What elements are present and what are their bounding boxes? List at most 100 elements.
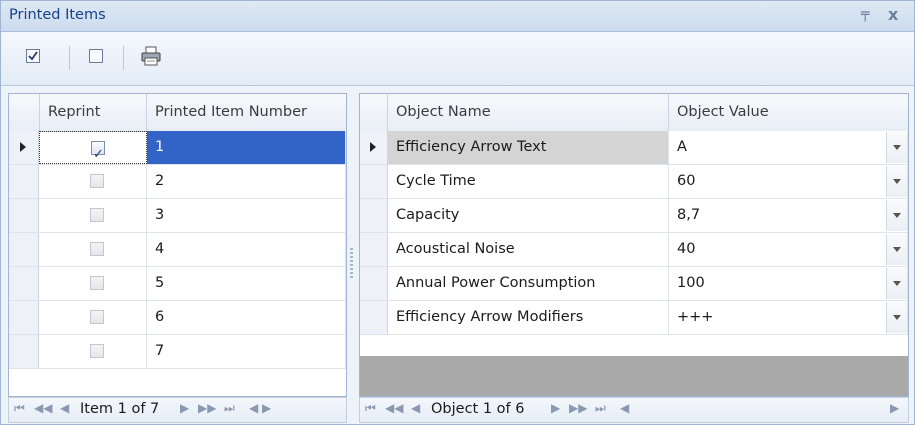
reprint-checkbox[interactable]: [90, 174, 104, 188]
printed-item-number-cell[interactable]: 4: [147, 233, 346, 266]
row-indicator: [9, 267, 39, 300]
reprint-cell[interactable]: [39, 335, 147, 368]
indicator-header: [360, 94, 388, 131]
next-record-icon[interactable]: ▶: [551, 401, 560, 415]
reprint-checkbox[interactable]: [90, 208, 104, 222]
object-value-text: 8,7: [677, 207, 701, 223]
table-row[interactable]: Annual Power Consumption 100: [360, 267, 908, 301]
panel-titlebar: Printed Items ╤ x: [1, 1, 914, 32]
table-row[interactable]: Efficiency Arrow Text A: [360, 131, 908, 165]
printed-item-number-cell[interactable]: 5: [147, 267, 346, 300]
previous-page-icon[interactable]: ◀◀: [34, 401, 52, 415]
table-row[interactable]: Acoustical Noise 40: [360, 233, 908, 267]
table-row[interactable]: 2: [9, 165, 346, 199]
object-navigator: ⏮ ◀◀ ◀ Object 1 of 6 ▶ ▶▶ ⏭ ◀ ▶: [359, 397, 909, 423]
row-indicator: [360, 267, 388, 300]
object-value-cell[interactable]: +++: [669, 301, 908, 334]
object-value-cell[interactable]: 40: [669, 233, 908, 266]
next-page-icon[interactable]: ▶▶: [569, 401, 587, 415]
column-header-printed-item-number[interactable]: Printed Item Number: [147, 94, 346, 131]
last-record-icon[interactable]: ⏭: [224, 401, 235, 416]
object-value-cell[interactable]: 100: [669, 267, 908, 300]
reprint-cell[interactable]: [39, 301, 147, 334]
pin-icon[interactable]: ╤: [861, 6, 869, 22]
panel-title: Printed Items: [9, 7, 106, 23]
row-indicator: [360, 199, 388, 232]
row-indicator: [9, 131, 39, 164]
reprint-cell[interactable]: [39, 199, 147, 232]
object-value-cell[interactable]: 60: [669, 165, 908, 198]
column-header-object-value[interactable]: Object Value: [669, 94, 908, 131]
row-indicator: [360, 301, 388, 334]
first-record-icon[interactable]: ⏮: [14, 401, 25, 416]
reprint-checkbox[interactable]: [90, 344, 104, 358]
next-record-icon[interactable]: ▶: [180, 401, 189, 415]
printed-item-number-cell[interactable]: 1: [147, 131, 346, 164]
row-indicator: [360, 233, 388, 266]
row-indicator: [360, 131, 388, 164]
object-value-cell[interactable]: A: [669, 131, 908, 164]
printed-item-number-cell[interactable]: 3: [147, 199, 346, 232]
reprint-checkbox[interactable]: [90, 276, 104, 290]
reprint-checkbox[interactable]: [91, 138, 105, 171]
object-name-cell[interactable]: Cycle Time: [388, 165, 669, 198]
reprint-cell[interactable]: [39, 267, 147, 300]
reprint-checkbox[interactable]: [90, 310, 104, 324]
value-dropdown-button[interactable]: [886, 234, 907, 265]
object-name-cell[interactable]: Annual Power Consumption: [388, 267, 669, 300]
reprint-cell[interactable]: [39, 233, 147, 266]
table-row[interactable]: Cycle Time 60: [360, 165, 908, 199]
object-name-cell[interactable]: Efficiency Arrow Text: [388, 131, 669, 164]
row-indicator: [9, 233, 39, 266]
object-name-cell[interactable]: Efficiency Arrow Modifiers: [388, 301, 669, 334]
table-row[interactable]: 3: [9, 199, 346, 233]
scroll-left-icon[interactable]: ◀: [620, 401, 629, 415]
table-row[interactable]: 6: [9, 301, 346, 335]
table-row[interactable]: Capacity 8,7: [360, 199, 908, 233]
check-all-icon[interactable]: [25, 48, 41, 64]
object-value-text: 100: [677, 275, 705, 291]
scroll-left-icon[interactable]: ◀ ▶: [249, 401, 271, 415]
row-indicator: [9, 165, 39, 198]
table-row[interactable]: 5: [9, 267, 346, 301]
column-header-reprint[interactable]: Reprint: [40, 94, 147, 131]
printed-item-number-cell[interactable]: 7: [147, 335, 346, 368]
object-name-cell[interactable]: Capacity: [388, 199, 669, 232]
value-dropdown-button[interactable]: [886, 132, 907, 163]
item-navigator: ⏮ ◀◀ ◀ Item 1 of 7 ▶ ▶▶ ⏭ ◀ ▶: [8, 397, 347, 423]
scroll-right-icon[interactable]: ▶: [890, 401, 899, 415]
value-dropdown-button[interactable]: [886, 302, 907, 333]
previous-record-icon[interactable]: ◀: [411, 401, 420, 415]
close-icon[interactable]: x: [888, 5, 898, 24]
last-record-icon[interactable]: ⏭: [595, 401, 606, 416]
object-value-text: +++: [677, 309, 714, 325]
printed-items-grid: Reprint Printed Item Number 1 2 3 4 5 6 …: [8, 93, 347, 397]
item-position-text: Item 1 of 7: [80, 401, 160, 417]
object-value-cell[interactable]: 8,7: [669, 199, 908, 232]
object-value-text: 40: [677, 241, 696, 257]
table-row[interactable]: 7: [9, 335, 346, 369]
previous-page-icon[interactable]: ◀◀: [385, 401, 403, 415]
table-row[interactable]: 1: [9, 131, 346, 171]
table-row[interactable]: Efficiency Arrow Modifiers +++: [360, 301, 908, 335]
printed-item-number-cell[interactable]: 6: [147, 301, 346, 334]
value-dropdown-button[interactable]: [886, 166, 907, 197]
splitter-handle[interactable]: [350, 248, 353, 278]
value-dropdown-button[interactable]: [886, 200, 907, 231]
object-position-text: Object 1 of 6: [431, 401, 525, 417]
row-indicator: [9, 199, 39, 232]
previous-record-icon[interactable]: ◀: [60, 401, 69, 415]
current-row-arrow-icon: [370, 142, 376, 152]
table-row[interactable]: 4: [9, 233, 346, 267]
print-icon[interactable]: [140, 45, 162, 67]
first-record-icon[interactable]: ⏮: [365, 401, 376, 416]
uncheck-all-icon[interactable]: [88, 48, 104, 64]
reprint-checkbox[interactable]: [90, 242, 104, 256]
value-dropdown-button[interactable]: [886, 268, 907, 299]
printed-item-number-cell[interactable]: 2: [147, 165, 346, 198]
reprint-cell[interactable]: [39, 165, 147, 198]
reprint-cell[interactable]: [39, 131, 147, 171]
next-page-icon[interactable]: ▶▶: [198, 401, 216, 415]
column-header-object-name[interactable]: Object Name: [388, 94, 669, 131]
object-name-cell[interactable]: Acoustical Noise: [388, 233, 669, 266]
